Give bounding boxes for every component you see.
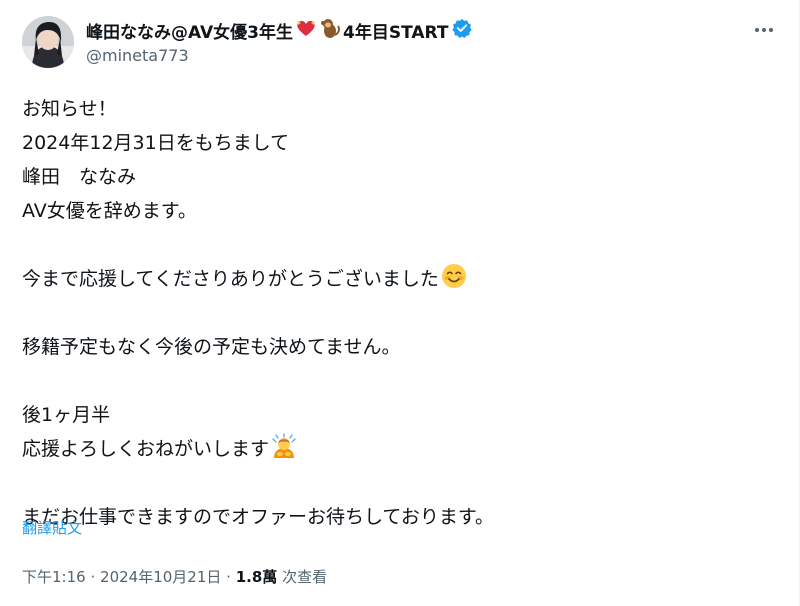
tweet-line: 峰田 ななみ — [22, 166, 137, 188]
heart-ribbon-emoji — [295, 17, 317, 43]
tweet-text: お知らせ！ 2024年12月31日をもちまして 峰田 ななみ AV女優を辞めます… — [22, 92, 762, 534]
tweet-line-text: 応援よろしくおねがいします — [22, 438, 270, 460]
tweet-time[interactable]: 下午1:16 — [22, 568, 86, 586]
tweet-line-text: 今まで応援してくださりありがとうございました — [22, 268, 439, 290]
tweet-line-with-emoji: 応援よろしくおねがいします — [22, 432, 762, 466]
translate-post-link[interactable]: 翻譯貼文 — [22, 517, 82, 538]
meta-separator: · — [90, 568, 96, 586]
more-horizontal-icon[interactable] — [749, 20, 779, 40]
tweet-line: 2024年12月31日をもちまして — [22, 132, 290, 154]
more-dot — [755, 28, 759, 32]
tweet-line: 後1ヶ月半 — [22, 404, 111, 426]
author-names: 峰田ななみ@AV女優3年生 4年目START @mineta773 — [86, 17, 473, 65]
tweet-date[interactable]: 2024年10月21日 — [100, 568, 221, 586]
tweet-header: 峰田ななみ@AV女優3年生 4年目START @mineta773 — [22, 16, 779, 72]
verified-badge-icon[interactable] — [452, 18, 473, 42]
author-handle[interactable]: @mineta773 — [86, 46, 472, 65]
tweet-line: 移籍予定もなく今後の予定も決めてません。 — [22, 336, 401, 358]
display-name[interactable]: 峰田ななみ@AV女優3年生 — [86, 18, 293, 43]
display-name-row[interactable]: 峰田ななみ@AV女優3年生 4年目START — [86, 17, 473, 43]
tweet-meta: 下午1:16 · 2024年10月21日 · 1.8萬 次查看 — [22, 566, 327, 587]
monkey-emoji — [319, 17, 341, 43]
tweet-line: AV女優を辞めます。 — [22, 200, 197, 222]
tweet-line: お知らせ！ — [22, 98, 117, 120]
avatar[interactable] — [22, 16, 74, 68]
tweet-line-with-emoji: 今まで応援してくださりありがとうございました — [22, 262, 762, 296]
person-bowing-emoji — [271, 433, 297, 470]
more-dot — [762, 28, 766, 32]
smiling-face-emoji — [441, 263, 467, 300]
views-count: 1.8萬 — [235, 568, 278, 586]
more-dot — [769, 28, 773, 32]
views-label: 次查看 — [282, 568, 328, 586]
tweet-line: まだお仕事できますのでオファーお待ちしております。 — [22, 506, 494, 528]
display-name-suffix[interactable]: 4年目START — [343, 18, 448, 43]
tweet-card: 峰田ななみ@AV女優3年生 4年目START @mineta773 お知らせ！ … — [0, 0, 800, 606]
meta-separator: · — [226, 568, 231, 586]
